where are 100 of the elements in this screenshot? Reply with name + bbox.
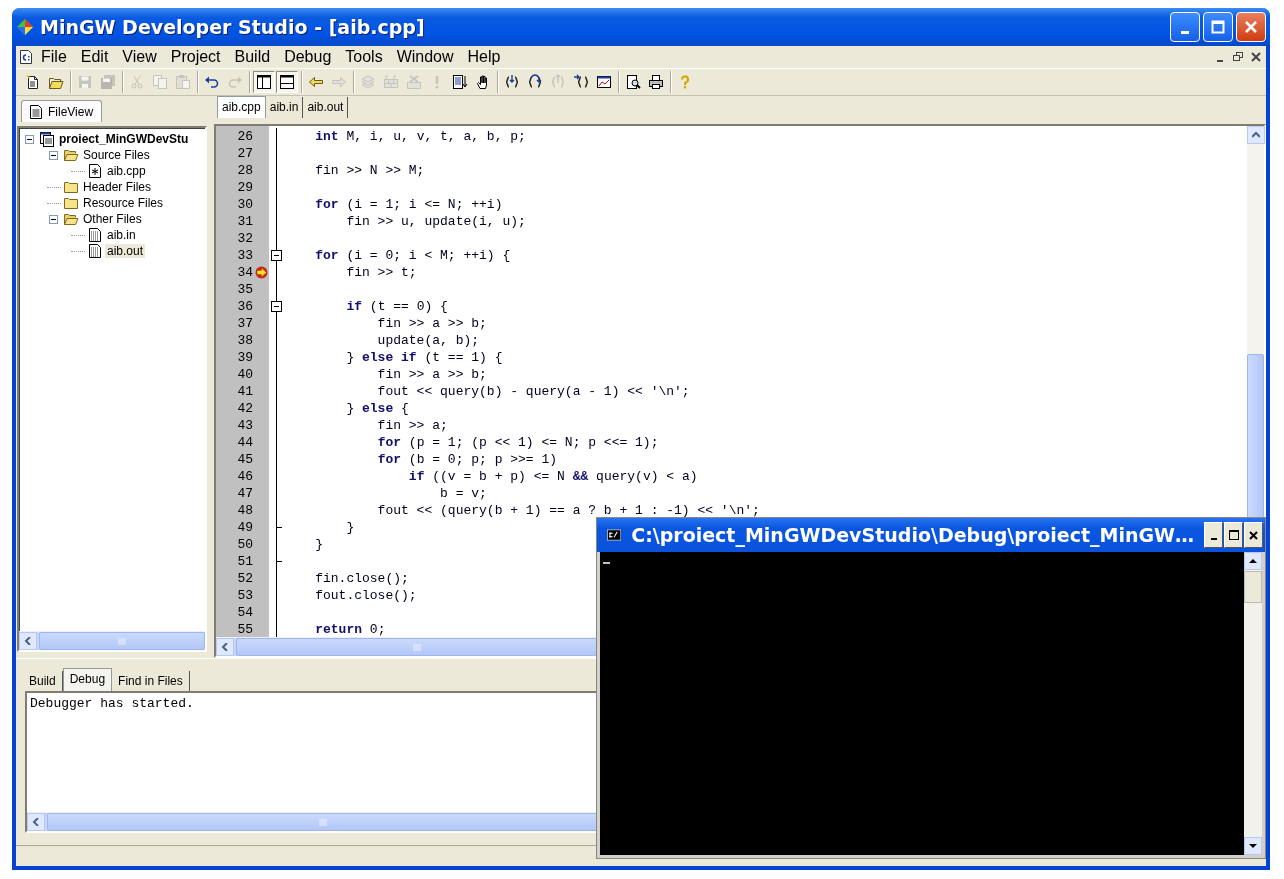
line-number: 32 xyxy=(236,231,253,246)
line-number: 42 xyxy=(236,401,253,416)
code-line: fout.close(); xyxy=(314,588,417,603)
line-number: 41 xyxy=(236,384,253,399)
line-number: 43 xyxy=(236,418,253,433)
tree-item[interactable]: Source Files xyxy=(81,148,152,162)
collapse-icon[interactable] xyxy=(49,214,58,224)
output-tab[interactable]: Debug xyxy=(62,668,113,691)
code-line: } xyxy=(314,537,323,552)
folder-icon xyxy=(63,179,79,195)
vertical-scrollbar[interactable] xyxy=(1247,126,1264,518)
code-line: for (p = 1; (p << 1) <= N; p <<= 1); xyxy=(376,435,659,450)
code-line: b = v; xyxy=(439,486,487,501)
triangle-down-icon xyxy=(1249,842,1257,850)
fold-toggle-icon[interactable] xyxy=(269,298,284,315)
console-title: C:\proiect_MinGWDevStudio\Debug\proiect_MinGW… xyxy=(631,524,1194,546)
scroll-thumb[interactable] xyxy=(1247,354,1264,520)
collapse-icon[interactable] xyxy=(25,134,34,144)
text-file-icon xyxy=(87,243,103,259)
bottom-pane-icon[interactable] xyxy=(276,71,298,93)
scroll-up-button[interactable] xyxy=(1244,552,1262,570)
menu-item[interactable]: Debug xyxy=(277,48,339,66)
code-line: fout << (query(b + 1) == a ? b + 1 : -1) << '\n'; xyxy=(376,503,760,518)
line-number: 55 xyxy=(236,622,253,637)
minimize-icon xyxy=(1210,538,1217,540)
line-number: 52 xyxy=(236,571,253,586)
close-icon xyxy=(1251,52,1261,62)
menu-item[interactable]: File xyxy=(34,48,74,66)
minimize-button[interactable] xyxy=(1204,522,1223,548)
console-icon xyxy=(607,528,622,542)
code-line: int M, i, u, v, t, a, b, p; xyxy=(314,129,526,144)
line-number: 28 xyxy=(236,163,253,178)
vertical-scrollbar[interactable] xyxy=(1244,552,1262,855)
code-line: fin >> a >> b; xyxy=(376,316,487,331)
code-line: fin >> u, update(i, u); xyxy=(345,214,526,229)
tree-item[interactable]: aib.cpp xyxy=(105,164,148,178)
minimize-icon xyxy=(1181,30,1189,34)
folder-icon xyxy=(63,195,79,211)
close-button[interactable] xyxy=(1244,522,1263,548)
horizontal-scrollbar[interactable] xyxy=(19,631,205,650)
menu-item[interactable]: Window xyxy=(389,48,461,66)
maximize-button[interactable] xyxy=(1224,522,1243,548)
tree-item[interactable]: aib.in xyxy=(105,228,138,242)
scroll-thumb[interactable] xyxy=(1244,571,1262,603)
close-icon xyxy=(1244,20,1258,34)
code-line: fin.close(); xyxy=(314,571,409,586)
tree-item[interactable]: Header Files xyxy=(81,180,154,194)
open-folder-icon xyxy=(63,147,79,163)
code-line: fout << query(b) - query(a - 1) << '\n'; xyxy=(376,384,690,399)
collapse-icon[interactable] xyxy=(49,150,58,160)
chevron-left-icon xyxy=(32,818,40,826)
document-menu-icon[interactable] xyxy=(18,49,34,65)
source-file-icon xyxy=(87,163,103,179)
open-folder-icon xyxy=(63,211,79,227)
scroll-down-button[interactable] xyxy=(1244,837,1262,855)
line-number: 26 xyxy=(236,129,253,144)
tree-item[interactable]: aib.out xyxy=(105,244,146,258)
scroll-left-button[interactable] xyxy=(27,813,45,831)
line-number: 35 xyxy=(236,282,253,297)
chevron-left-icon xyxy=(24,637,32,645)
maximize-icon xyxy=(1211,20,1225,34)
code-line: if ((v = b + p) <= N && query(v) < a) xyxy=(407,469,698,484)
fold-toggle-icon[interactable] xyxy=(269,247,284,264)
restore-icon xyxy=(1233,52,1243,62)
grip-icon xyxy=(118,637,126,645)
line-number: 53 xyxy=(236,588,253,603)
line-number: 40 xyxy=(236,367,253,382)
scroll-left-button[interactable] xyxy=(19,632,37,650)
code-line: update(a, b); xyxy=(376,333,480,348)
output-message: Debugger has started. xyxy=(30,696,194,711)
chevron-up-icon xyxy=(1252,131,1260,139)
menu-item[interactable]: Edit xyxy=(73,48,116,66)
tree-item[interactable]: Other Files xyxy=(81,212,144,226)
code-line: for (i = 0; i < M; ++i) { xyxy=(314,248,511,263)
menu-item[interactable]: Project xyxy=(163,48,228,66)
scroll-thumb[interactable] xyxy=(39,632,205,650)
fold-end-mark xyxy=(276,527,282,528)
tree-item[interactable]: Resource Files xyxy=(81,196,166,210)
menu-item[interactable]: Help xyxy=(460,48,508,66)
project-icon xyxy=(39,131,55,147)
code-line: } else if (t == 1) { xyxy=(345,350,503,365)
menu-item[interactable]: Build xyxy=(227,48,278,66)
side-pane-icon[interactable] xyxy=(253,71,275,93)
line-number: 54 xyxy=(236,605,253,620)
line-number: 45 xyxy=(236,452,253,467)
code-line: for (i = 1; i <= N; ++i) xyxy=(314,197,503,212)
scroll-left-button[interactable] xyxy=(216,638,234,656)
menu-item[interactable]: Tools xyxy=(338,48,390,66)
code-line: fin >> t; xyxy=(345,265,417,280)
file-tab[interactable]: aib.cpp xyxy=(217,96,266,118)
code-line: return 0; xyxy=(314,622,386,637)
minimize-icon xyxy=(1217,60,1223,62)
menu-item[interactable]: View xyxy=(115,48,164,66)
line-number: 39 xyxy=(236,350,253,365)
sidebar-tab[interactable]: FileView xyxy=(21,100,103,122)
tree-item[interactable]: proiect_MinGWDevStu xyxy=(57,132,191,146)
code-line: for (b = 0; p; p >>= 1) xyxy=(376,452,558,467)
close-button[interactable] xyxy=(1248,49,1264,65)
line-number: 38 xyxy=(236,333,253,348)
line-number: 49 xyxy=(236,520,253,535)
